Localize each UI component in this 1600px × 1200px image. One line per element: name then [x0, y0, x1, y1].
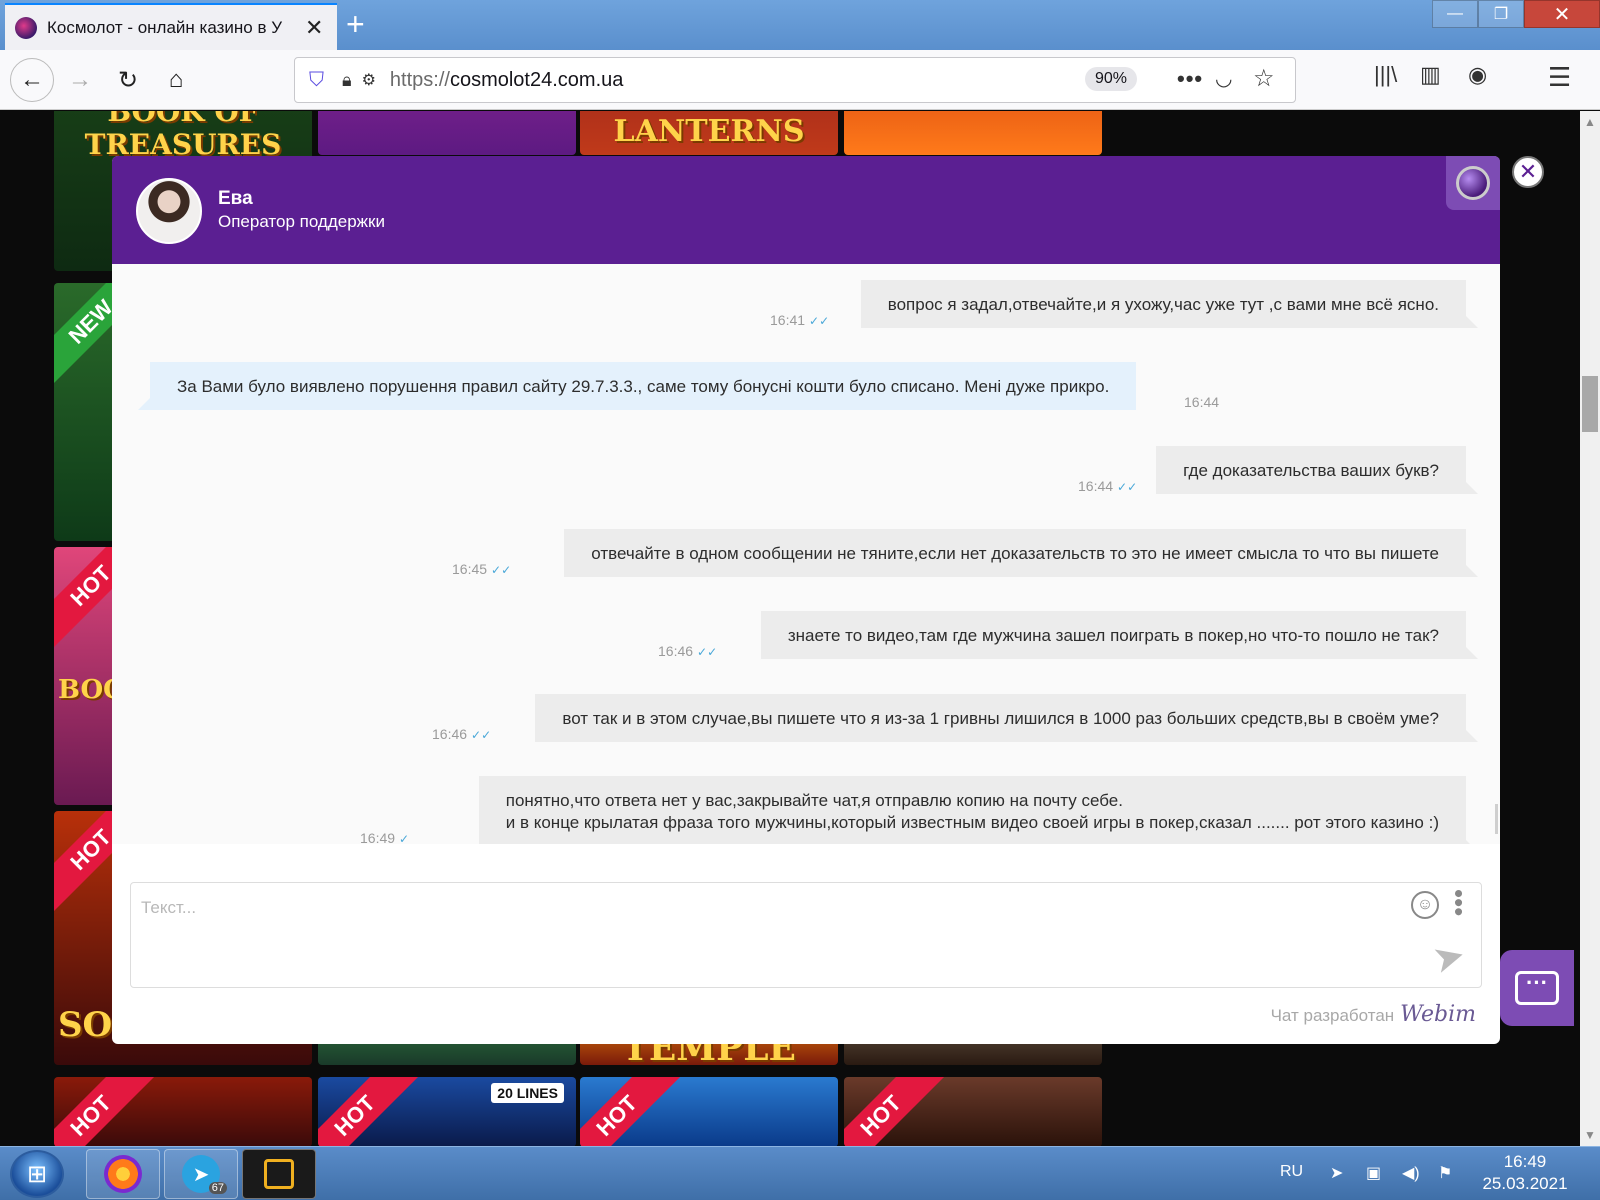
operator-avatar: [136, 178, 202, 244]
hot-ribbon: HOT: [844, 1077, 947, 1146]
webim-logo[interactable]: Webim: [1400, 1002, 1476, 1027]
site-favicon-icon: [15, 16, 37, 39]
chat-close-button[interactable]: ✕: [1512, 156, 1544, 188]
message-outgoing: понятно,что ответа нет у вас,закрывайте …: [478, 776, 1479, 844]
powered-by: Чат разработан Webim: [1270, 1002, 1476, 1027]
operator-name: Ева: [218, 188, 253, 209]
volume-icon[interactable]: ◀): [1402, 1163, 1420, 1183]
reload-button[interactable]: ↻: [108, 62, 148, 98]
telegram-tray-icon[interactable]: ➤: [1330, 1163, 1343, 1183]
home-button[interactable]: ⌂: [156, 62, 196, 98]
send-icon[interactable]: ➤: [1428, 932, 1470, 984]
lock-icon[interactable]: 🔒︎: [342, 70, 352, 91]
firefox-icon: [104, 1155, 142, 1193]
message-outgoing: где доказательства ваших букв?: [1156, 446, 1478, 494]
lines-label: 20 LINES: [491, 1083, 564, 1103]
message-time: 16:44: [1184, 394, 1220, 410]
game-tile[interactable]: HOT: [580, 1077, 838, 1146]
action-center-flag-icon[interactable]: ⚑: [1438, 1163, 1452, 1183]
scroll-up-icon[interactable]: ▲: [1584, 115, 1596, 129]
message-time: 16:45 ✓✓: [452, 561, 512, 577]
windows-logo-icon: ⊞: [26, 1160, 48, 1188]
forward-button[interactable]: →: [60, 62, 100, 98]
hot-ribbon: HOT: [318, 1077, 421, 1146]
game-tile[interactable]: [318, 111, 576, 155]
browser-titlebar: Космолот - онлайн казино в У ✕ + — ❐ ✕: [0, 0, 1600, 50]
windows-taskbar: ⊞ ➤ 67 RU ➤ ▣ ◀) ⚑ 16:49 25.03.2021: [0, 1146, 1600, 1200]
browser-toolbar: ← → ↻ ⌂ ⛉ 🔒︎ ⚙ https://cosmolot24.com.ua…: [0, 50, 1600, 110]
url-text: https://cosmolot24.com.ua: [389, 68, 624, 91]
account-icon[interactable]: ◉: [1468, 62, 1487, 88]
message-outgoing: отвечайте в одном сообщении не тяните,ес…: [564, 529, 1478, 577]
system-clock[interactable]: 16:49 25.03.2021: [1460, 1151, 1590, 1195]
pocket-icon[interactable]: ◡: [1215, 66, 1232, 91]
taskbar-firefox[interactable]: [86, 1149, 160, 1199]
bookmark-star-icon[interactable]: ☆: [1253, 64, 1275, 93]
message-outgoing: вопрос я задал,отвечайте,и я ухожу,час у…: [860, 280, 1479, 328]
more-options-icon[interactable]: •••: [1444, 889, 1474, 916]
library-icon[interactable]: |||\: [1374, 62, 1397, 88]
taskbar-telegram[interactable]: ➤ 67: [164, 1149, 238, 1199]
scroll-down-icon[interactable]: ▼: [1584, 1128, 1596, 1142]
message-time: 16:41 ✓✓: [770, 312, 830, 328]
taskbar-app[interactable]: [242, 1149, 316, 1199]
emoji-icon[interactable]: ☺: [1411, 891, 1439, 919]
restore-button[interactable]: ❐: [1478, 0, 1524, 28]
support-chat-window: Ева Оператор поддержки вопрос я задал,от…: [112, 156, 1500, 1044]
message-time: 16:44 ✓✓: [1078, 478, 1138, 494]
start-button[interactable]: ⊞: [10, 1150, 64, 1198]
tab-close-icon[interactable]: ✕: [305, 15, 323, 41]
menu-icon[interactable]: ☰: [1548, 62, 1571, 93]
minimize-button[interactable]: —: [1432, 0, 1478, 28]
network-icon[interactable]: ▣: [1366, 1163, 1381, 1183]
astronaut-icon: [1446, 156, 1500, 210]
message-incoming: За Вами було виявлено порушення правил с…: [137, 362, 1137, 410]
message-time: 16:46 ✓✓: [432, 726, 492, 742]
chat-header: Ева Оператор поддержки: [112, 156, 1500, 264]
page-actions-icon[interactable]: •••: [1177, 66, 1203, 92]
message-time: 16:46 ✓✓: [658, 643, 718, 659]
chat-launcher-button[interactable]: [1500, 950, 1574, 1026]
browser-tab[interactable]: Космолот - онлайн казино в У ✕: [5, 3, 337, 50]
game-tile[interactable]: HOT: [54, 1077, 312, 1146]
window-close-button[interactable]: ✕: [1524, 0, 1600, 28]
operator-role: Оператор поддержки: [218, 212, 385, 231]
telegram-badge: 67: [208, 1182, 227, 1194]
page-scrollbar[interactable]: ▲ ▼: [1580, 111, 1600, 1146]
message-outgoing: вот так и в этом случае,вы пишете что я …: [535, 694, 1478, 742]
zoom-level[interactable]: 90%: [1085, 67, 1138, 91]
game-tile[interactable]: LANTERNS: [580, 111, 838, 155]
game-tile[interactable]: HOT: [844, 1077, 1102, 1146]
tracking-shield-icon[interactable]: ⛉: [309, 69, 324, 92]
chat-bubble-icon: [1515, 970, 1559, 1005]
sidebar-icon[interactable]: ▥: [1420, 62, 1441, 88]
address-bar[interactable]: ⛉ 🔒︎ ⚙ https://cosmolot24.com.ua 90% •••…: [294, 57, 1296, 103]
message-composer: ☺ ••• ➤: [130, 882, 1482, 988]
back-button[interactable]: ←: [10, 58, 54, 102]
language-indicator[interactable]: RU: [1280, 1163, 1303, 1181]
scroll-thumb[interactable]: [1582, 376, 1598, 432]
permissions-icon[interactable]: ⚙: [362, 70, 376, 90]
hot-ribbon: HOT: [54, 1077, 157, 1146]
message-input[interactable]: [141, 893, 1371, 923]
hot-ribbon: HOT: [580, 1077, 683, 1146]
game-tile[interactable]: [844, 111, 1102, 155]
new-tab-button[interactable]: +: [346, 6, 365, 43]
app-icon: [264, 1159, 294, 1189]
message-outgoing: знаете то видео,там где мужчина зашел по…: [760, 611, 1479, 659]
message-list[interactable]: вопрос я задал,отвечайте,и я ухожу,час у…: [112, 264, 1500, 844]
game-tile[interactable]: HOT 20 LINES: [318, 1077, 576, 1146]
message-time: 16:49 ✓: [360, 830, 410, 844]
message-scrollbar[interactable]: [1495, 804, 1498, 834]
tab-title: Космолот - онлайн казино в У: [47, 17, 283, 37]
